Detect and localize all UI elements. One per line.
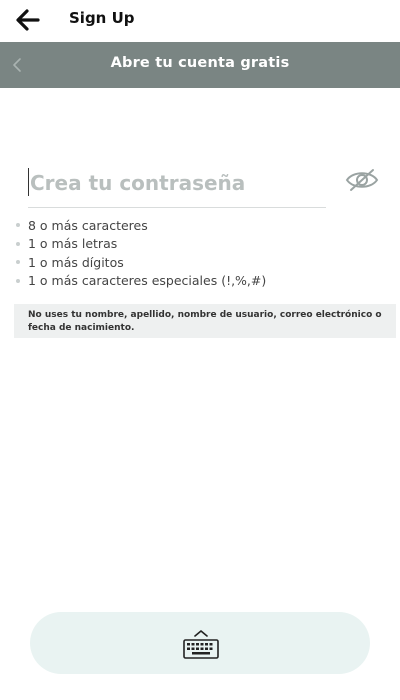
requirement-text: 1 o más caracteres especiales (!,%,#) <box>28 273 267 289</box>
requirement-item: 1 o más dígitos <box>16 253 386 272</box>
password-input[interactable] <box>30 168 320 198</box>
keyboard-icon[interactable] <box>183 628 219 660</box>
requirement-item: 1 o más caracteres especiales (!,%,#) <box>16 272 386 291</box>
back-arrow-icon[interactable] <box>16 9 40 31</box>
bullet-dot <box>16 223 20 228</box>
password-field[interactable] <box>28 166 326 208</box>
bullet-dot <box>16 278 20 283</box>
eye-off-icon[interactable] <box>345 167 379 193</box>
requirement-text: 1 o más letras <box>28 236 118 252</box>
privacy-notice: No uses tu nombre, apellido, nombre de u… <box>14 304 396 338</box>
header-bar: Abre tu cuenta gratis <box>0 42 400 88</box>
requirement-item: 8 o más caracteres <box>16 216 386 235</box>
page-title: Sign Up <box>69 9 135 27</box>
bullet-dot <box>16 241 20 246</box>
text-caret <box>28 168 29 196</box>
bullet-dot <box>16 260 20 265</box>
header-title: Abre tu cuenta gratis <box>110 55 290 71</box>
password-requirements: 8 o más caracteres 1 o más letras 1 o má… <box>16 216 386 290</box>
requirement-text: 1 o más dígitos <box>28 254 124 270</box>
requirement-item: 1 o más letras <box>16 235 386 254</box>
requirement-text: 8 o más caracteres <box>28 217 148 233</box>
top-bar: Sign Up <box>0 0 400 42</box>
